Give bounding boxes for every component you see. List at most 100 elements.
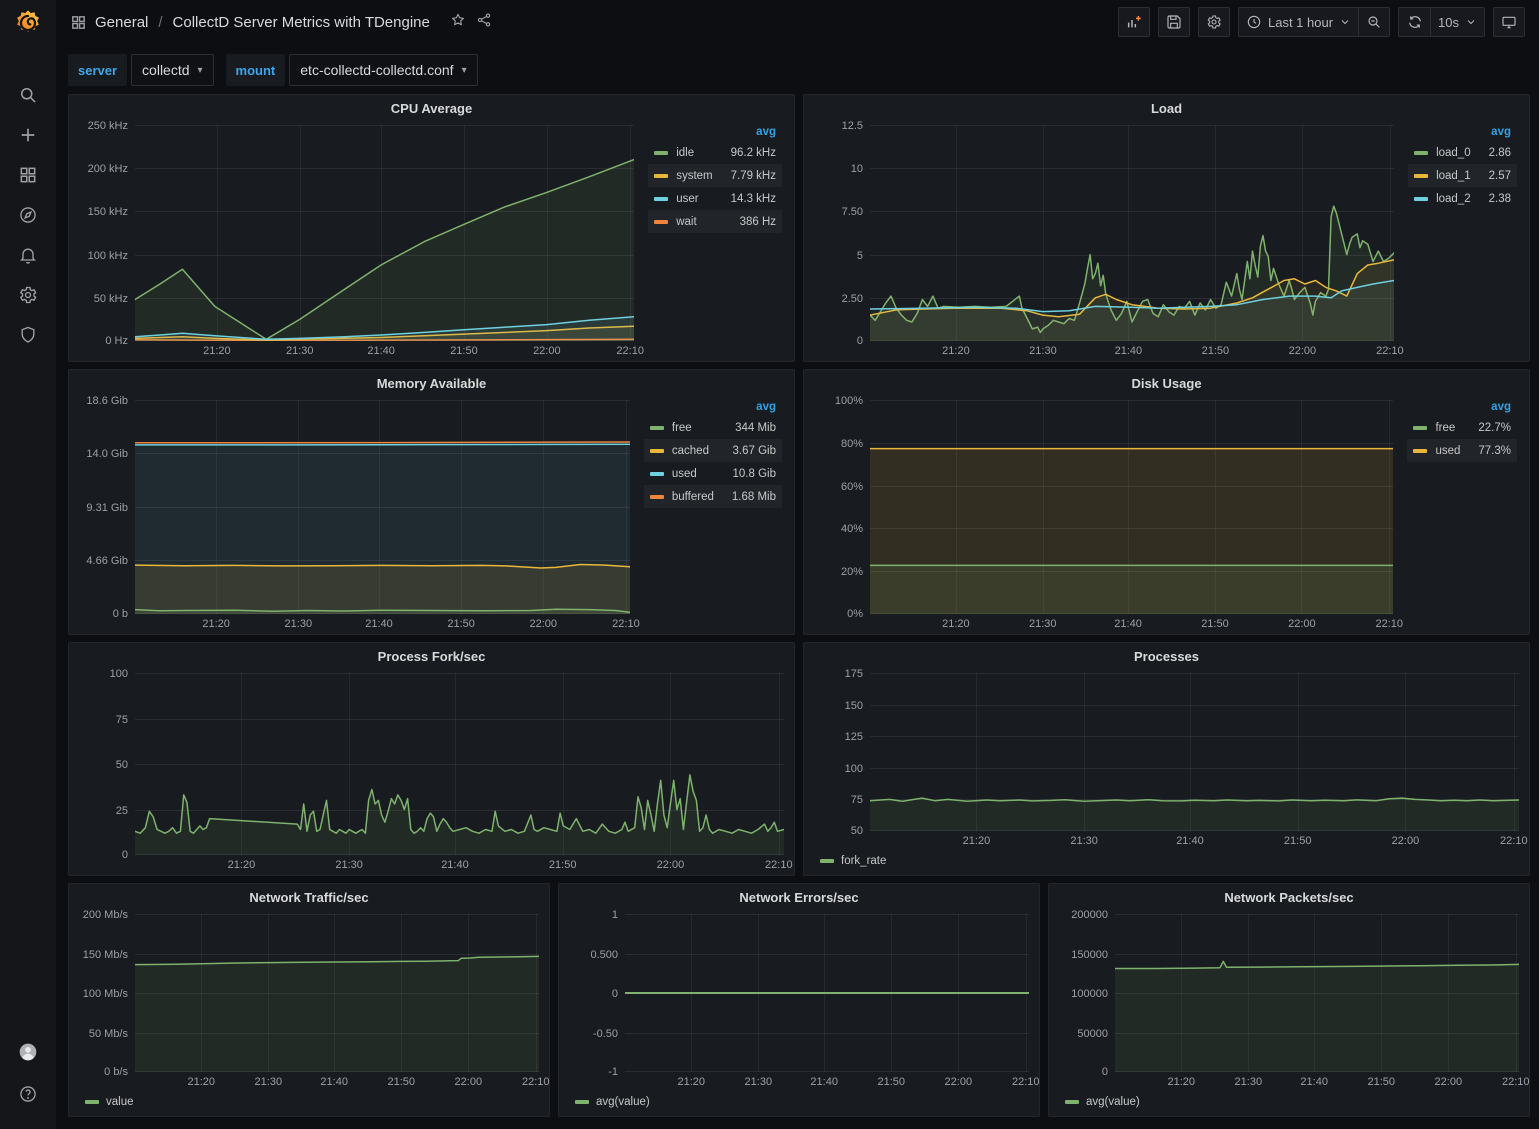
refresh-button[interactable] xyxy=(1398,7,1430,37)
x-tick-label: 21:30 xyxy=(278,345,322,357)
sidebar-item-dashboards-icon[interactable] xyxy=(11,162,45,188)
x-tick-label: 22:00 xyxy=(446,1076,490,1088)
panel-body: 0%20%40%60%80%100%21:2021:3021:4021:5022… xyxy=(804,396,1529,634)
x-axis: 21:2021:3021:4021:5022:0022:10 xyxy=(870,341,1394,361)
share-dashboard-icon[interactable] xyxy=(476,12,492,32)
sidebar-item-admin-shield-icon[interactable] xyxy=(11,322,45,348)
legend-item-fork_rate[interactable]: fork_rate xyxy=(820,855,886,867)
panel-title-cpu-average[interactable]: CPU Average xyxy=(69,95,794,121)
sidebar-item-configuration-gear-icon[interactable] xyxy=(11,282,45,308)
legend-item-idle[interactable]: idle96.2 kHz xyxy=(648,141,782,164)
sidebar-item-alerting-bell-icon[interactable] xyxy=(11,242,45,268)
series-area-fork_rate xyxy=(135,775,784,855)
x-tick-label: 21:50 xyxy=(869,1076,913,1088)
panel-title-network-packets-sec[interactable]: Network Packets/sec xyxy=(1049,884,1529,910)
legend-item-buffered[interactable]: buffered1.68 Mib xyxy=(644,485,782,508)
admin-shield-icon xyxy=(18,325,38,345)
grafana-logo[interactable] xyxy=(0,0,56,46)
plot-area-processes[interactable] xyxy=(870,673,1519,831)
legend-series-avg: 22.7% xyxy=(1478,422,1511,434)
explore-compass-icon xyxy=(18,205,38,225)
panel-body: 0 b4.66 Gib9.31 Gib14.0 Gib18.6 Gib21:20… xyxy=(69,396,794,634)
panel-title-network-traffic-sec[interactable]: Network Traffic/sec xyxy=(69,884,549,910)
tv-mode-button[interactable] xyxy=(1493,7,1525,37)
x-tick-label: 21:50 xyxy=(541,859,585,871)
plot-area-network-packets-sec[interactable] xyxy=(1115,914,1519,1072)
legend-avg-header[interactable]: avg xyxy=(1408,125,1517,141)
x-tick-label: 21:30 xyxy=(1226,1076,1270,1088)
legend-avg-header[interactable]: avg xyxy=(1407,400,1517,416)
legend-item-used[interactable]: used77.3% xyxy=(1407,439,1517,462)
legend-swatch xyxy=(650,495,664,499)
help-icon xyxy=(18,1084,38,1104)
plot-area-network-errors-sec[interactable] xyxy=(625,914,1029,1072)
legend-item-user[interactable]: user14.3 kHz xyxy=(648,187,782,210)
plot-area-load[interactable] xyxy=(870,125,1394,341)
legend-item-free[interactable]: free22.7% xyxy=(1407,416,1517,439)
panel-title-memory-available[interactable]: Memory Available xyxy=(69,370,794,396)
x-tick-label: 21:30 xyxy=(327,859,371,871)
legend: avgload_02.86load_12.57load_22.38 xyxy=(1394,125,1519,361)
legend-item-free[interactable]: free344 Mib xyxy=(644,416,782,439)
variable-value-server[interactable]: collectd▾ xyxy=(131,54,214,86)
y-tick-label: 0 b xyxy=(113,608,128,620)
panel-processes: Processes507510012515017521:2021:3021:40… xyxy=(803,642,1530,876)
legend-item-load_0[interactable]: load_02.86 xyxy=(1408,141,1517,164)
y-tick-label: 150 kHz xyxy=(88,206,128,218)
time-range-picker[interactable]: Last 1 hour xyxy=(1238,7,1358,37)
save-dashboard-button[interactable] xyxy=(1158,7,1190,37)
panel-title-processes[interactable]: Processes xyxy=(804,643,1529,669)
plus-icon xyxy=(18,125,38,145)
zoom-out-time-button[interactable] xyxy=(1358,7,1390,37)
star-dashboard-icon[interactable] xyxy=(450,12,466,32)
plot-area-cpu-average[interactable] xyxy=(135,125,634,341)
x-tick-label: 21:40 xyxy=(802,1076,846,1088)
dashboard-title[interactable]: CollectD Server Metrics with TDengine xyxy=(173,14,430,31)
legend: avgfree22.7%used77.3% xyxy=(1393,400,1519,634)
legend-item-avg(value)[interactable]: avg(value) xyxy=(1065,1096,1140,1108)
plot-area-process-fork-sec[interactable] xyxy=(135,673,784,855)
series-area-avg(value) xyxy=(1115,961,1519,1072)
breadcrumb-folder[interactable]: General xyxy=(95,14,148,31)
panel-title-disk-usage[interactable]: Disk Usage xyxy=(804,370,1529,396)
panel-network-packets-sec: Network Packets/sec050000100000150000200… xyxy=(1048,883,1530,1117)
legend-series-avg: 3.67 Gib xyxy=(733,445,776,457)
variables-row: servercollectd▾mountetc-collectd-collect… xyxy=(56,44,1539,94)
x-tick-label: 21:40 xyxy=(359,345,403,357)
legend-series-name: avg(value) xyxy=(596,1096,650,1108)
legend-item-used[interactable]: used10.8 Gib xyxy=(644,462,782,485)
sidebar-item-help-icon[interactable] xyxy=(11,1081,45,1107)
legend-item-wait[interactable]: wait386 Hz xyxy=(648,210,782,233)
legend-item-value[interactable]: value xyxy=(85,1096,134,1108)
sidebar-item-explore-compass-icon[interactable] xyxy=(11,202,45,228)
legend-series-name: system xyxy=(676,170,712,182)
chart-canvas-process-fork-sec xyxy=(135,673,784,855)
dashboard-settings-button[interactable] xyxy=(1198,7,1230,37)
x-tick-label: 22:10 xyxy=(1004,1076,1048,1088)
sidebar-item-search-icon[interactable] xyxy=(11,82,45,108)
y-tick-label: 80% xyxy=(841,438,863,450)
y-tick-label: 100 Mb/s xyxy=(83,988,128,1000)
legend-item-avg(value)[interactable]: avg(value) xyxy=(575,1096,650,1108)
plot-area-memory-available[interactable] xyxy=(135,400,630,614)
legend-avg-header[interactable]: avg xyxy=(648,125,782,141)
panel-title-process-fork-sec[interactable]: Process Fork/sec xyxy=(69,643,794,669)
plot-area-network-traffic-sec[interactable] xyxy=(135,914,539,1072)
legend-item-system[interactable]: system7.79 kHz xyxy=(648,164,782,187)
legend-item-cached[interactable]: cached3.67 Gib xyxy=(644,439,782,462)
y-tick-label: 14.0 Gib xyxy=(86,448,128,460)
panel-title-load[interactable]: Load xyxy=(804,95,1529,121)
variable-value-mount[interactable]: etc-collectd-collectd.conf▾ xyxy=(289,54,477,86)
add-panel-button[interactable] xyxy=(1118,7,1150,37)
legend-series-avg: 96.2 kHz xyxy=(731,147,776,159)
x-tick-label: 22:10 xyxy=(608,345,652,357)
sidebar-item-plus-icon[interactable] xyxy=(11,122,45,148)
refresh-interval-picker[interactable]: 10s xyxy=(1430,7,1485,37)
legend-item-load_1[interactable]: load_12.57 xyxy=(1408,164,1517,187)
sidebar-item-user-avatar[interactable] xyxy=(11,1039,45,1065)
panel-title-network-errors-sec[interactable]: Network Errors/sec xyxy=(559,884,1039,910)
panel-cpu-average: CPU Average0 Hz50 kHz100 kHz150 kHz200 k… xyxy=(68,94,795,362)
legend-avg-header[interactable]: avg xyxy=(644,400,782,416)
plot-area-disk-usage[interactable] xyxy=(870,400,1393,614)
legend-item-load_2[interactable]: load_22.38 xyxy=(1408,187,1517,210)
